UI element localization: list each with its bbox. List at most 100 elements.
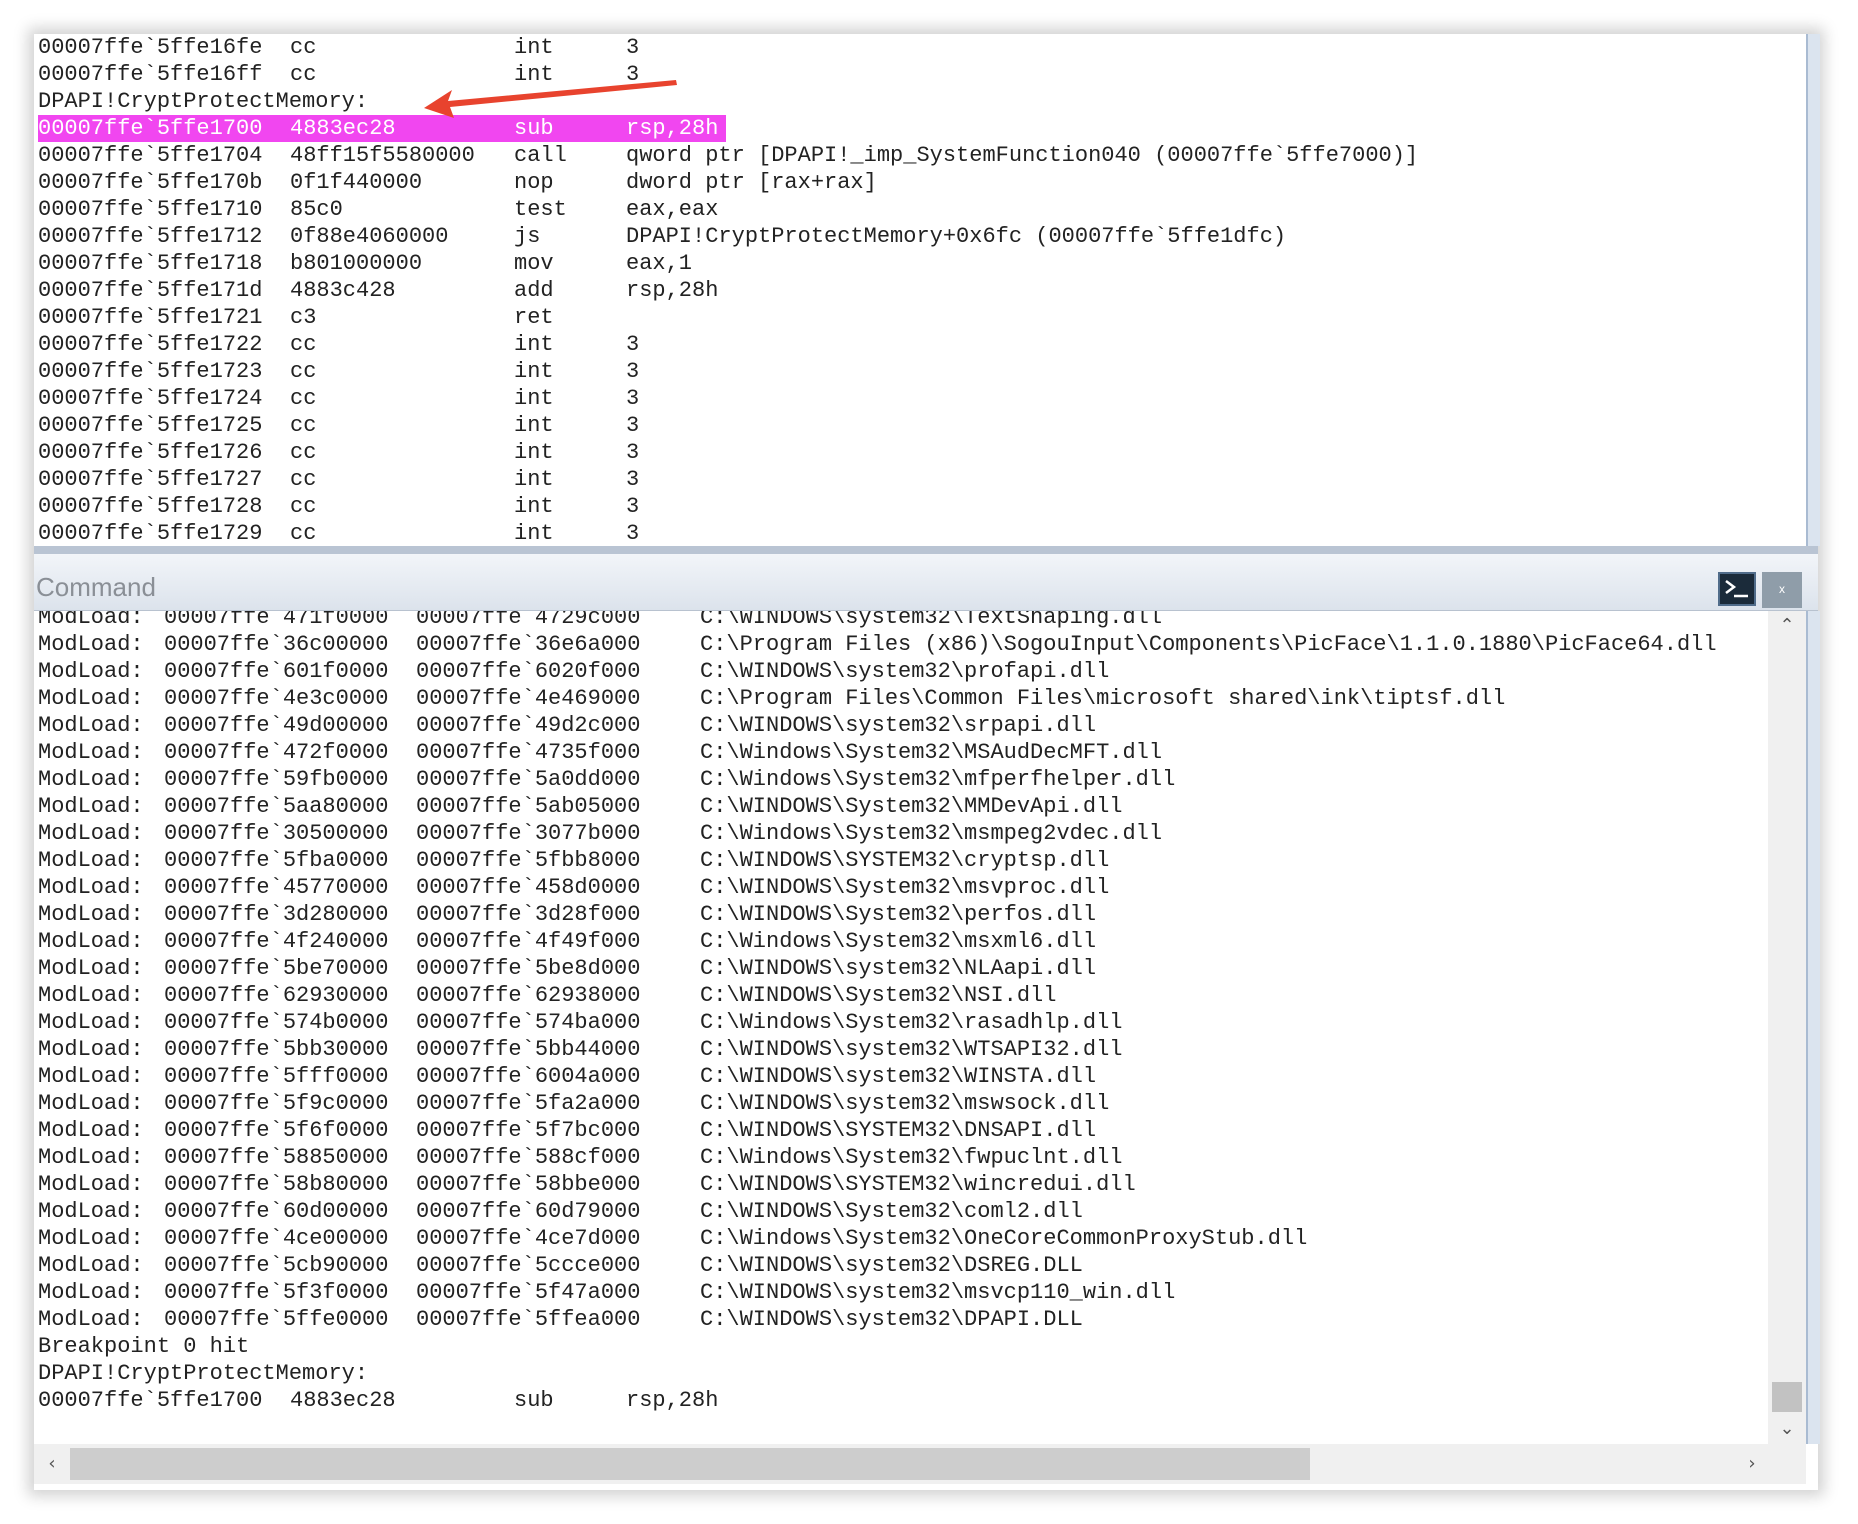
module-path: C:\WINDOWS\SYSTEM32\wincredui.dll [700, 1172, 1136, 1197]
scroll-left-icon[interactable]: ‹ [34, 1444, 70, 1484]
module-end-address: 00007ffe`3d28f000 [416, 902, 641, 927]
disassembly-pane[interactable]: 00007ffe`5ffe16fe cc int 3 00007ffe`5ffe16ff… [34, 34, 1806, 546]
module-path: C:\Windows\System32\mfperfhelper.dll [700, 767, 1176, 792]
disasm-address: 00007ffe`5ffe1723 [38, 359, 263, 384]
module-path: C:\WINDOWS\system32\srpapi.dll [700, 713, 1097, 738]
module-path: C:\Windows\System32\OneCoreCommonProxySt… [700, 1226, 1308, 1251]
module-start-address: 00007ffe`601f0000 [164, 659, 389, 684]
disasm-bytes: cc [290, 62, 317, 87]
module-start-address: 00007ffe`58b80000 [164, 1172, 389, 1197]
disasm-address: 00007ffe`5ffe1729 [38, 521, 263, 546]
disasm-bytes: b801000000 [290, 251, 423, 276]
disasm-address: 00007ffe`5ffe1722 [38, 332, 263, 357]
module-end-address: 00007ffe`5ccce000 [416, 1253, 641, 1278]
disasm-mnemonic: int [514, 332, 554, 357]
modload-label: ModLoad: [38, 848, 144, 873]
command-pane-title: Command [36, 572, 156, 602]
disasm-bytes: cc [290, 359, 317, 384]
module-start-address: 00007ffe`5ffe0000 [164, 1307, 389, 1332]
scroll-right-icon[interactable]: › [1734, 1444, 1770, 1484]
close-pane-button[interactable]: x [1762, 572, 1802, 608]
modload-label: ModLoad: [38, 713, 144, 738]
disasm-address: 00007ffe`5ffe1710 [38, 197, 263, 222]
disasm-mnemonic: int [514, 494, 554, 519]
disasm-bytes: cc [290, 35, 317, 60]
disasm-bytes: 4883ec28 [290, 116, 396, 141]
horizontal-scroll-thumb[interactable] [70, 1448, 1310, 1480]
scroll-up-icon[interactable]: ⌃ [1768, 611, 1806, 641]
module-start-address: 00007ffe`59fb0000 [164, 767, 389, 792]
disasm-mnemonic: int [514, 521, 554, 546]
disasm-address: 00007ffe`5ffe170b [38, 170, 263, 195]
module-path: C:\WINDOWS\system32\WTSAPI32.dll [700, 1037, 1123, 1062]
disasm-address: 00007ffe`5ffe1704 [38, 143, 263, 168]
disasm-address: 00007ffe`5ffe1725 [38, 413, 263, 438]
module-path: C:\WINDOWS\system32\profapi.dll [700, 659, 1110, 684]
module-start-address: 00007ffe`5f9c0000 [164, 1091, 389, 1116]
disasm-operands: rsp,28h [626, 278, 719, 303]
disasm-operands: 3 [626, 386, 640, 411]
disasm-bytes: cc [290, 413, 317, 438]
module-end-address: 00007ffe`36e6a000 [416, 632, 641, 657]
disasm-mnemonic: int [514, 35, 554, 60]
modload-label: ModLoad: [38, 1145, 144, 1170]
annotation-arrow-icon [424, 80, 677, 118]
module-path: C:\Windows\System32\rasadhlp.dll [700, 1010, 1123, 1035]
disasm-mnemonic: int [514, 359, 554, 384]
module-path: C:\WINDOWS\System32\perfos.dll [700, 902, 1097, 927]
module-path: C:\WINDOWS\system32\mswsock.dll [700, 1091, 1110, 1116]
module-start-address: 00007ffe`58850000 [164, 1145, 389, 1170]
vertical-scrollbar[interactable]: ⌃ ⌄ [1768, 611, 1806, 1444]
module-end-address: 00007ffe`5be8d000 [416, 956, 641, 981]
modload-label: ModLoad: [38, 1172, 144, 1197]
module-end-address: 00007ffe`6020f000 [416, 659, 641, 684]
module-end-address: 00007ffe`49d2c000 [416, 713, 641, 738]
horizontal-scrollbar[interactable]: ‹ › [34, 1444, 1806, 1484]
module-end-address: 00007ffe`4ce7d000 [416, 1226, 641, 1251]
module-start-address: 00007ffe`5fff0000 [164, 1064, 389, 1089]
module-end-address: 00007ffe`5a0dd000 [416, 767, 641, 792]
modload-label: ModLoad: [38, 1307, 144, 1332]
pane-splitter[interactable] [34, 546, 1818, 554]
disasm-address: 00007ffe`5ffe171d [38, 278, 263, 303]
disasm-bytes: cc [290, 521, 317, 546]
module-end-address: 00007ffe`62938000 [416, 983, 641, 1008]
current-instr-operands: rsp,28h [626, 1388, 719, 1413]
command-output[interactable]: ModLoad: 00007ffe`471f0000 00007ffe`4729c0… [34, 611, 1768, 1444]
module-end-address: 00007ffe`6004a000 [416, 1064, 641, 1089]
debugger-window: 00007ffe`5ffe16fe cc int 3 00007ffe`5ffe16ff… [34, 34, 1820, 1490]
module-start-address: 00007ffe`5fba0000 [164, 848, 389, 873]
module-path: C:\WINDOWS\system32\msvcp110_win.dll [700, 1280, 1176, 1305]
disasm-mnemonic: test [514, 197, 567, 222]
module-path: C:\WINDOWS\system32\NLAapi.dll [700, 956, 1097, 981]
module-start-address: 00007ffe`472f0000 [164, 740, 389, 765]
disasm-address: 00007ffe`5ffe1727 [38, 467, 263, 492]
module-end-address: 00007ffe`58bbe000 [416, 1172, 641, 1197]
module-end-address: 00007ffe`588cf000 [416, 1145, 641, 1170]
module-start-address: 00007ffe`5f3f0000 [164, 1280, 389, 1305]
modload-label: ModLoad: [38, 659, 144, 684]
module-start-address: 00007ffe`471f0000 [164, 611, 389, 630]
scroll-down-icon[interactable]: ⌄ [1768, 1414, 1806, 1444]
module-path: C:\WINDOWS\System32\NSI.dll [700, 983, 1057, 1008]
module-start-address: 00007ffe`4e3c0000 [164, 686, 389, 711]
disasm-mnemonic: mov [514, 251, 554, 276]
module-path: C:\Program Files\Common Files\microsoft … [700, 686, 1506, 711]
disasm-bytes: cc [290, 440, 317, 465]
disasm-operands: 3 [626, 494, 640, 519]
module-start-address: 00007ffe`45770000 [164, 875, 389, 900]
disasm-bytes: cc [290, 332, 317, 357]
disasm-address: 00007ffe`5ffe1712 [38, 224, 263, 249]
disasm-bytes: 85c0 [290, 197, 343, 222]
vertical-scroll-thumb[interactable] [1772, 1382, 1802, 1412]
module-path: C:\WINDOWS\system32\DSREG.DLL [700, 1253, 1083, 1278]
module-end-address: 00007ffe`458d0000 [416, 875, 641, 900]
current-instr-bytes: 4883ec28 [290, 1388, 396, 1413]
module-start-address: 00007ffe`5cb90000 [164, 1253, 389, 1278]
modload-label: ModLoad: [38, 794, 144, 819]
disasm-operands: dword ptr [rax+rax] [626, 170, 877, 195]
module-start-address: 00007ffe`5f6f0000 [164, 1118, 389, 1143]
disasm-operands: 3 [626, 35, 640, 60]
command-prompt-button[interactable] [1718, 572, 1756, 606]
module-end-address: 00007ffe`4735f000 [416, 740, 641, 765]
